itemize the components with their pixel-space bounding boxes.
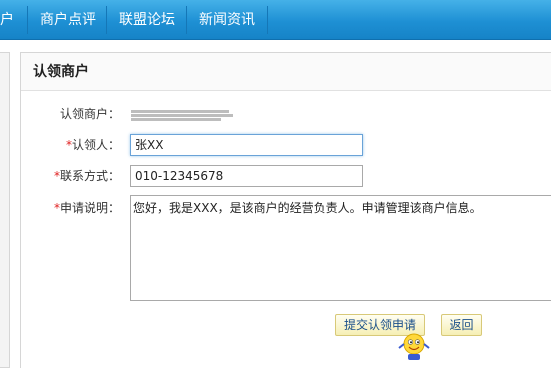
nav-item-partial[interactable]: 户 xyxy=(0,0,14,40)
note-textarea[interactable]: 您好，我是XXX，是该商户的经营负责人。申请管理该商户信息。 xyxy=(130,195,551,301)
claimant-input[interactable]: 张XX xyxy=(130,134,363,156)
nav-divider xyxy=(27,6,28,34)
contact-input[interactable]: 010-12345678 xyxy=(130,165,363,187)
merchant-label-text: 认领商户： xyxy=(59,107,120,121)
contact-label-text: 联系方式： xyxy=(59,169,120,183)
nav-item-news[interactable]: 新闻资讯 xyxy=(199,0,255,40)
claimant-label: *认领人： xyxy=(0,134,120,156)
nav-divider xyxy=(267,6,268,34)
nav-item-alliance-forum[interactable]: 联盟论坛 xyxy=(119,0,175,40)
nav-item-merchant-reviews[interactable]: 商户点评 xyxy=(40,0,96,40)
merchant-label: 认领商户： xyxy=(0,103,120,125)
nav-divider xyxy=(106,6,107,34)
panel-header: 认领商户 xyxy=(21,53,551,91)
claimant-label-text: 认领人： xyxy=(71,138,120,152)
top-nav-bar: 户 商户点评 联盟论坛 新闻资讯 xyxy=(0,0,551,40)
merchant-name-blurred xyxy=(131,110,233,121)
page-title: 认领商户 xyxy=(33,64,89,80)
back-button[interactable]: 返回 xyxy=(441,314,482,336)
nav-divider xyxy=(186,6,187,34)
smiley-mascot-icon xyxy=(398,333,430,360)
contact-label: *联系方式： xyxy=(0,165,120,187)
note-label: *申请说明： xyxy=(0,197,120,219)
note-label-text: 申请说明： xyxy=(59,201,120,215)
